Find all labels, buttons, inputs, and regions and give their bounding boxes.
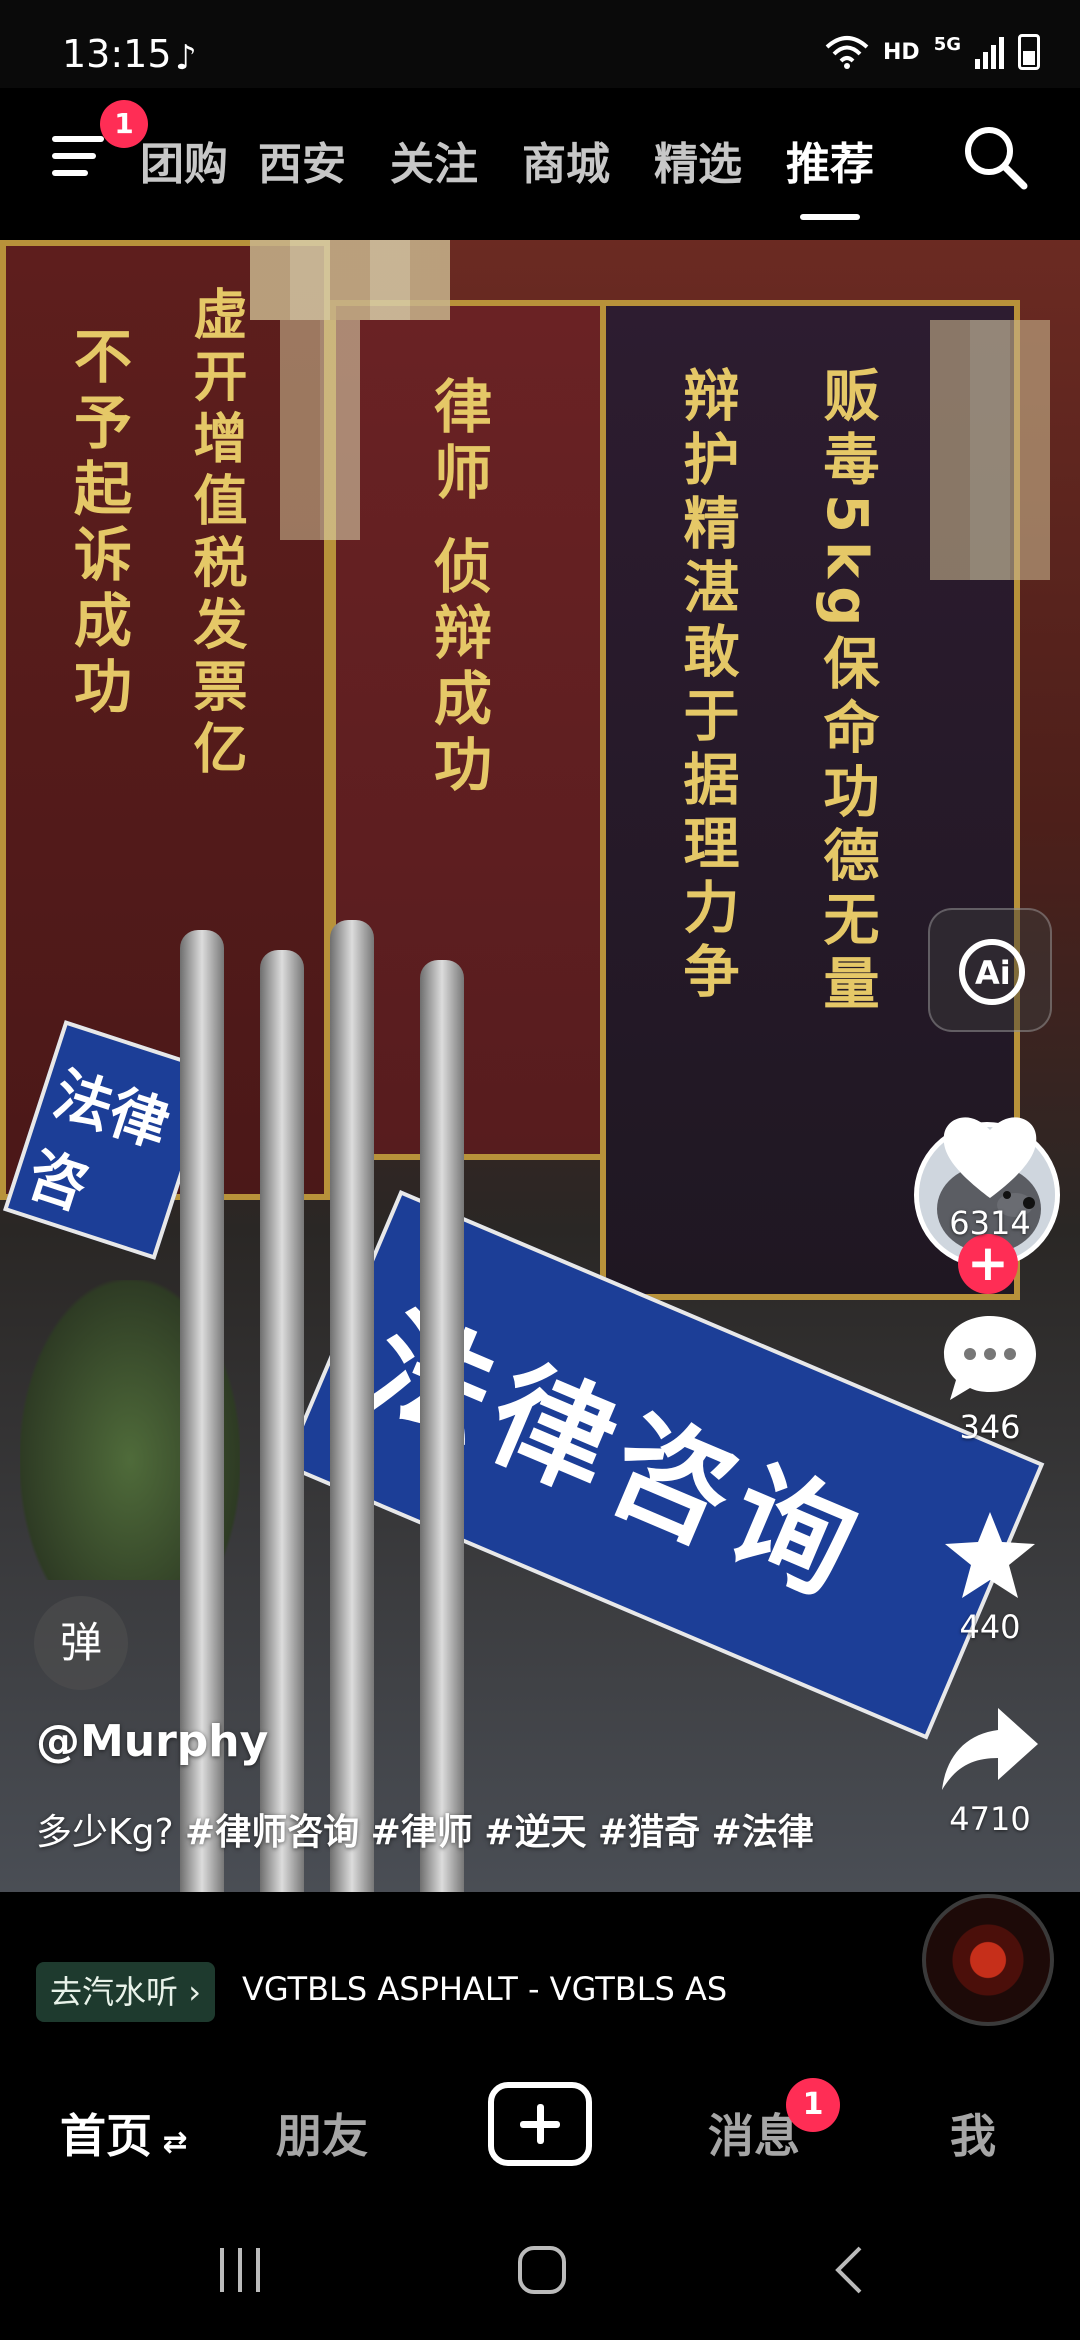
search-icon[interactable] xyxy=(960,122,1030,192)
pixelated-area xyxy=(280,320,360,540)
nav-friends[interactable]: 朋友 xyxy=(276,2100,368,2166)
back-icon[interactable] xyxy=(830,2244,870,2296)
pixelated-area xyxy=(930,320,1050,580)
tab-recommended[interactable]: 推荐 xyxy=(786,128,874,220)
nav-me[interactable]: 我 xyxy=(950,2100,996,2166)
svg-text:Ai: Ai xyxy=(975,954,1011,992)
nav-home[interactable]: 首页 ⇄ xyxy=(60,2100,188,2166)
wifi-icon xyxy=(825,36,869,69)
door-handle xyxy=(420,960,464,1892)
nav-tabs: 团购 西安 关注 商城 精选 推荐 xyxy=(140,128,918,220)
menu-icon xyxy=(52,136,104,142)
tab-featured[interactable]: 精选 xyxy=(654,128,742,192)
swap-icon: ⇄ xyxy=(152,2125,188,2160)
caption: 多少Kg? #律师咨询 #律师 #逆天 #猎奇 #法律 xyxy=(36,1800,816,1866)
door-handle xyxy=(330,920,374,1892)
battery-icon xyxy=(1018,34,1040,70)
share-count: 4710 xyxy=(949,1800,1031,1838)
listen-in-soda-button[interactable]: 去汽水听 › xyxy=(36,1962,215,2022)
tab-mall[interactable]: 商城 xyxy=(522,128,610,192)
nav-home-label: 首页 xyxy=(60,2109,152,2163)
star-icon xyxy=(945,1512,1035,1598)
system-nav xyxy=(0,2200,1080,2340)
messages-badge: 1 xyxy=(786,2078,840,2132)
music-disc[interactable] xyxy=(922,1894,1054,2026)
video-player[interactable]: 不予起诉成功 虚开增值税发票亿 律师 侦辩成功 贩毒5kg保命功德无量 辩护精湛… xyxy=(0,240,1080,1892)
ai-icon: Ai xyxy=(959,939,1025,1005)
hashtag[interactable]: #法律 xyxy=(712,1812,814,1853)
comment-icon xyxy=(944,1316,1036,1400)
music-title[interactable]: VGTBLS ASPHALT - VGTBLS AS xyxy=(242,1970,812,2008)
recents-icon[interactable] xyxy=(210,2244,270,2296)
ai-button[interactable]: Ai xyxy=(928,908,1052,1032)
like-count: 6314 xyxy=(949,1204,1031,1242)
tab-group-buy[interactable]: 团购 xyxy=(140,128,228,192)
banner-left2-text: 虚开增值税发票亿 xyxy=(184,286,247,782)
hashtag[interactable]: #逆天 xyxy=(484,1812,586,1853)
pixelated-area xyxy=(250,240,450,320)
create-button[interactable] xyxy=(488,2082,592,2166)
share-icon xyxy=(942,1708,1038,1790)
tiktok-icon: ♪ xyxy=(175,38,197,78)
cell-label: 5G xyxy=(933,34,961,55)
status-time: 13:15 xyxy=(62,32,172,76)
music-strip: 去汽水听 › VGTBLS ASPHALT - VGTBLS AS xyxy=(0,1892,1080,2052)
comment-count: 346 xyxy=(959,1408,1021,1446)
favorite-count: 440 xyxy=(959,1608,1021,1646)
tab-following[interactable]: 关注 xyxy=(390,128,478,192)
listen-chip-label: 去汽水听 xyxy=(50,1973,179,2011)
top-nav: 1 团购 西安 关注 商城 精选 推荐 xyxy=(0,88,1080,240)
share-button[interactable]: 4710 xyxy=(930,1702,1050,1838)
tab-xian[interactable]: 西安 xyxy=(258,128,346,192)
hashtag[interactable]: #律师咨询 xyxy=(185,1812,359,1853)
banner-right-text2: 辩护精湛敢于据理力争 xyxy=(674,366,739,1006)
danmu-toggle[interactable]: 弹 xyxy=(34,1596,128,1690)
home-icon[interactable] xyxy=(516,2244,568,2296)
hashtag[interactable]: #猎奇 xyxy=(598,1812,700,1853)
status-icons: HD 5G xyxy=(825,34,1040,70)
status-bar: 13:15 ♪ HD 5G xyxy=(0,0,1080,88)
caption-text: 多少Kg? xyxy=(36,1812,174,1853)
like-button[interactable]: 6314 xyxy=(930,1110,1050,1242)
favorite-button[interactable]: 440 xyxy=(930,1506,1050,1646)
signal-icon xyxy=(975,35,1004,69)
banner-left-text: 不予起诉成功 xyxy=(64,326,132,722)
network-label: HD xyxy=(883,39,920,65)
author-name[interactable]: @Murphy xyxy=(36,1716,268,1767)
follow-button[interactable]: + xyxy=(958,1234,1018,1294)
comment-button[interactable]: 346 xyxy=(930,1310,1050,1446)
banner-right-text1: 贩毒5kg保命功德无量 xyxy=(814,366,879,1019)
chevron-right-icon: › xyxy=(188,1973,201,2011)
banner-mid-text: 律师 侦辩成功 xyxy=(424,376,492,801)
bottom-nav: 首页 ⇄ 朋友 消息 1 我 xyxy=(0,2052,1080,2200)
hashtag[interactable]: #律师 xyxy=(371,1812,473,1853)
heart-icon xyxy=(943,1117,1037,1198)
